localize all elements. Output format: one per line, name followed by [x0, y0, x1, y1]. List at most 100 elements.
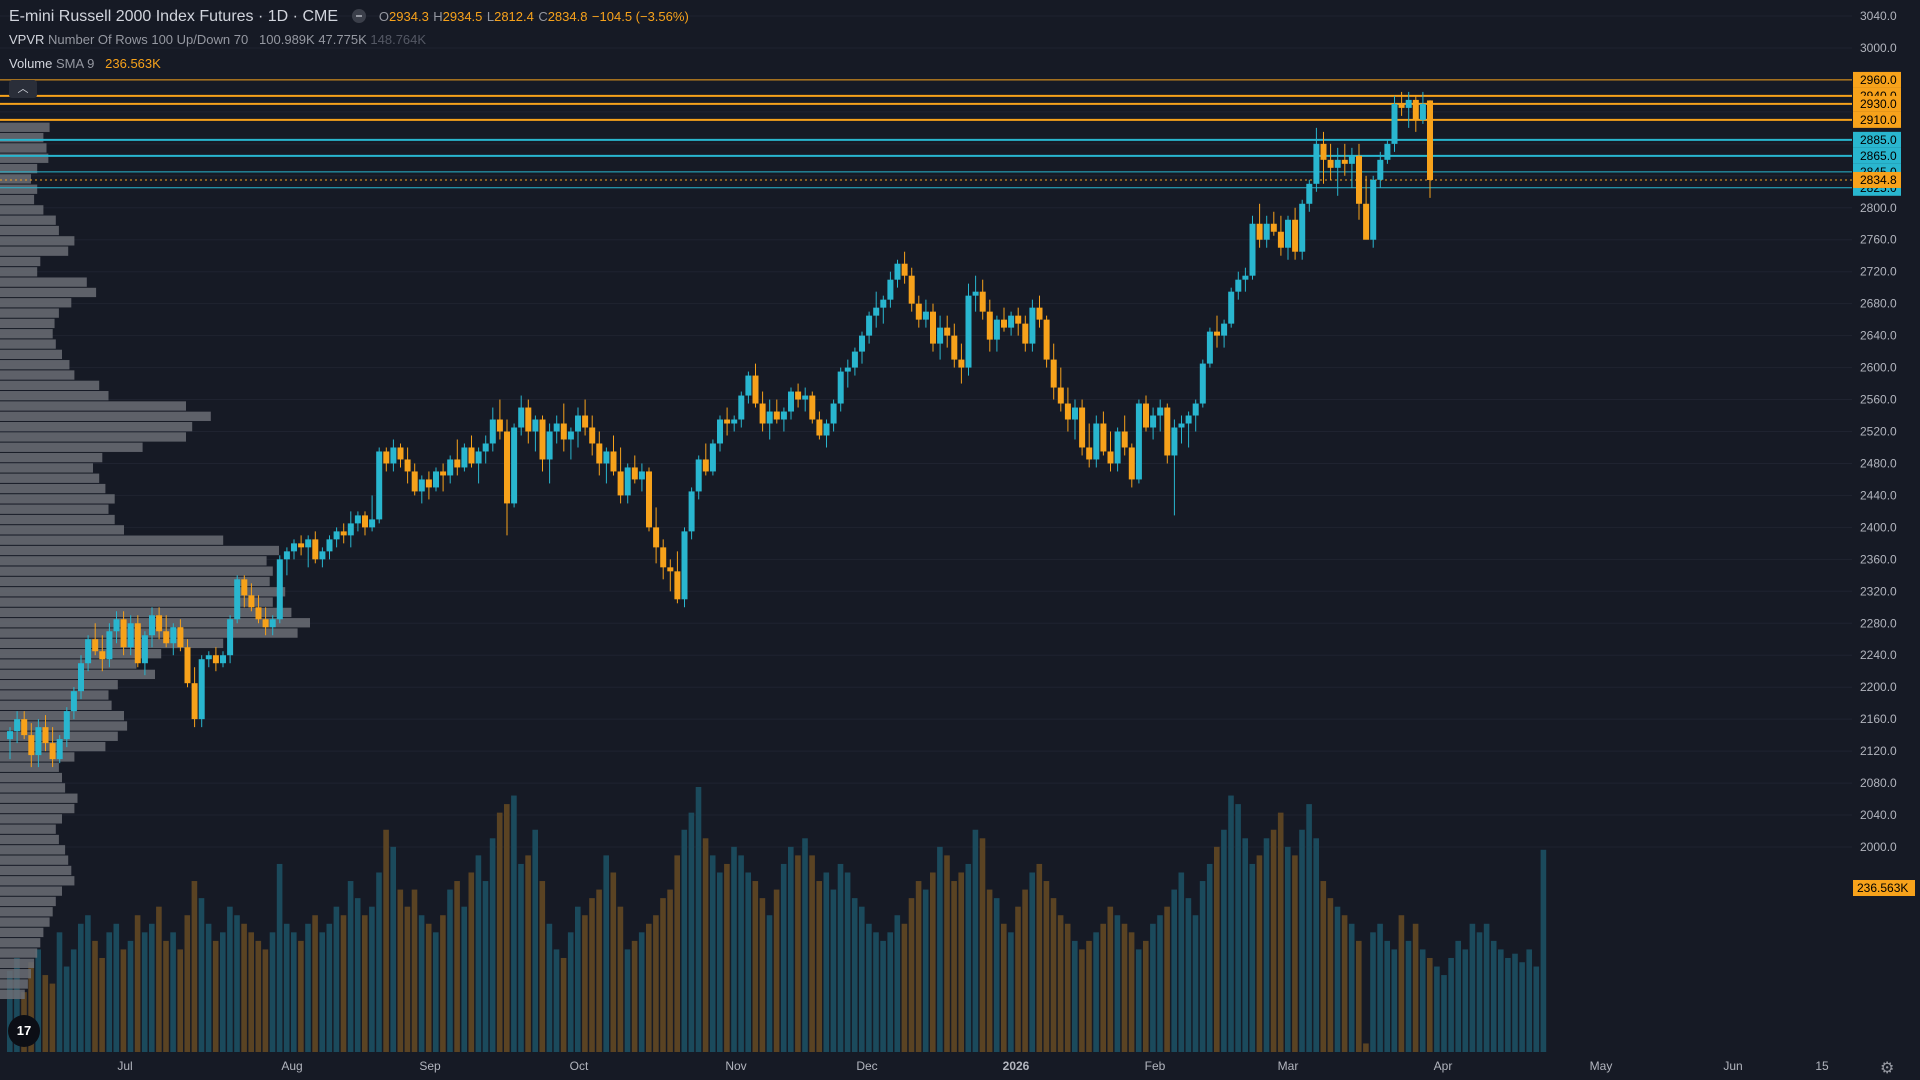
profile-row	[0, 514, 115, 525]
candle-body	[646, 471, 652, 528]
volume-bar	[745, 872, 751, 1052]
open-label: O	[378, 9, 390, 24]
candle-body	[433, 471, 439, 488]
volume-bar	[944, 855, 950, 1052]
candle-body	[70, 691, 77, 712]
volume-bar	[667, 889, 673, 1052]
candle-body	[638, 471, 645, 480]
candle-body	[1285, 219, 1291, 248]
volume-bar	[809, 855, 815, 1052]
volume-bar	[1498, 949, 1504, 1052]
hide-icon[interactable]	[352, 9, 367, 23]
candle-body	[21, 719, 28, 736]
time-axis-label: Nov	[725, 1059, 746, 1073]
profile-row	[0, 876, 75, 886]
volume-value: 236.563K	[105, 56, 161, 71]
volume-bar	[759, 898, 766, 1052]
volume-bar	[851, 898, 858, 1052]
candle-body	[7, 731, 13, 740]
profile-row	[0, 463, 93, 473]
volume-bar	[1363, 1043, 1369, 1052]
vpvr-legend[interactable]: VPVR Number Of Rows 100 Up/Down 70 100.9…	[9, 32, 426, 47]
gear-icon[interactable]: ⚙	[1880, 1058, 1894, 1078]
volume-bar	[766, 915, 773, 1052]
volume-bar	[433, 932, 439, 1052]
volume-bar	[49, 983, 56, 1052]
volume-bar	[1157, 915, 1163, 1052]
time-axis[interactable]	[0, 1052, 1852, 1080]
volume-bar	[42, 975, 49, 1052]
vpvr-value-3: 148.764K	[370, 32, 427, 47]
candle-body	[1263, 223, 1270, 240]
candle-body	[1107, 451, 1114, 464]
candle-body	[454, 459, 461, 468]
volume-bar	[532, 829, 538, 1052]
volume-bar	[1150, 923, 1156, 1052]
volume-legend[interactable]: Volume SMA 9 236.563K	[9, 56, 161, 71]
candle-body	[951, 335, 958, 360]
volume-bar	[354, 898, 361, 1052]
volume-bar	[1476, 932, 1483, 1052]
profile-row	[0, 494, 115, 504]
volume-bar	[496, 812, 503, 1052]
volume-bar	[589, 898, 595, 1052]
volume-bar	[1143, 940, 1149, 1052]
volume-bar	[795, 855, 801, 1052]
volume-bar	[212, 940, 219, 1052]
candle-body	[809, 395, 816, 420]
volume-bar	[1228, 795, 1234, 1052]
profile-row	[0, 576, 270, 587]
vpvr-name: VPVR	[9, 32, 45, 47]
candle-body	[28, 735, 35, 756]
candle-body	[1299, 203, 1306, 252]
candle-body	[1100, 423, 1107, 452]
volume-bar	[369, 906, 375, 1052]
volume-bar	[1483, 923, 1490, 1052]
volume-bar	[326, 923, 333, 1052]
price-chart[interactable]: 3040.0 3000.0 2800.0 2760.0 2720.0 2680.0 2640…	[0, 0, 1920, 1080]
candle-body	[1093, 423, 1100, 460]
candle-body	[937, 327, 944, 344]
volume-bar	[709, 855, 716, 1052]
volume-bar	[539, 881, 546, 1052]
volume-bar	[1341, 915, 1348, 1052]
volume-bar	[660, 898, 666, 1052]
profile-row	[0, 504, 109, 514]
candle-body	[1221, 323, 1228, 336]
candle-body	[305, 539, 312, 548]
candle-body	[191, 683, 198, 720]
time-axis-label: Apr	[1434, 1059, 1453, 1073]
volume-bar	[482, 881, 489, 1052]
profile-row	[0, 432, 186, 442]
price-tick-label: 2560.0	[1860, 393, 1897, 407]
volume-bar	[1356, 940, 1362, 1052]
profile-row	[0, 370, 75, 380]
candle-body	[1192, 403, 1199, 416]
candle-body	[837, 371, 844, 404]
tradingview-logo-icon[interactable]: 17	[8, 1015, 40, 1047]
volume-bar	[1285, 846, 1291, 1052]
candle-body	[1327, 159, 1334, 168]
candle-body	[1178, 423, 1185, 428]
profile-row	[0, 318, 55, 329]
candle-body	[1313, 143, 1320, 184]
candle-body	[1398, 103, 1405, 108]
volume-bar	[1455, 940, 1461, 1052]
volume-bar	[1221, 829, 1227, 1052]
volume-bar	[106, 932, 112, 1052]
candle-body	[120, 619, 127, 648]
profile-row	[0, 401, 186, 411]
symbol-title[interactable]: E-mini Russell 2000 Index Futures · 1D ·…	[9, 8, 338, 25]
candle-body	[1135, 403, 1142, 480]
volume-bar	[227, 906, 233, 1052]
volume-bar	[205, 923, 212, 1052]
collapse-legend-button[interactable]: ︿	[9, 80, 37, 98]
orange-level-tag: 2960.0	[1860, 73, 1897, 87]
profile-row	[0, 360, 70, 370]
candle-body	[731, 419, 738, 424]
time-axis-label: Oct	[570, 1059, 589, 1073]
candle-body	[1256, 223, 1263, 240]
candle-body	[567, 431, 574, 440]
candle-body	[660, 547, 667, 568]
volume-bar	[915, 881, 922, 1052]
